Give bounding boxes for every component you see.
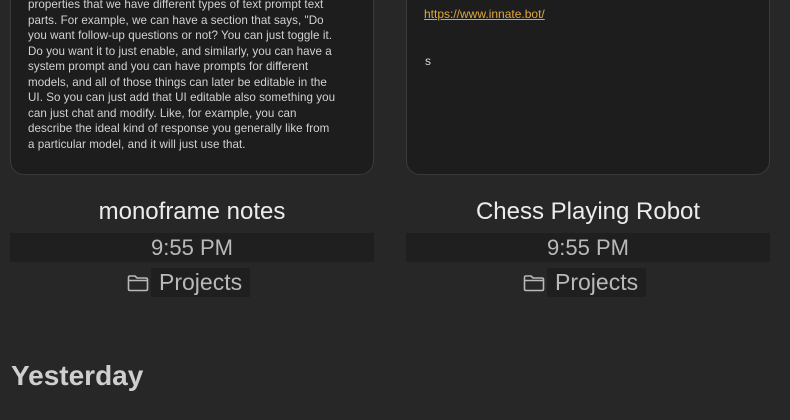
folder-icon <box>523 274 545 292</box>
section-heading-yesterday: Yesterday <box>11 360 144 391</box>
preview-line: you want follow-up questions or not? You… <box>28 29 332 42</box>
note-title[interactable]: Chess Playing Robot <box>406 198 770 226</box>
note-time: 9:55 PM <box>10 233 374 262</box>
note-title[interactable]: monoframe notes <box>10 198 374 226</box>
preview-line: can just chat and modify. Like, for exam… <box>28 106 297 120</box>
preview-line: properties that we have different types … <box>28 0 324 11</box>
preview-line: models, and all of those things can late… <box>28 75 327 89</box>
preview-line: a particular model, and it will just use… <box>28 137 246 151</box>
note-time: 9:55 PM <box>406 233 770 262</box>
preview-line: system prompt and you can have prompts f… <box>28 60 309 73</box>
note-preview-text: properties that we have different types … <box>28 0 363 152</box>
note-preview-link[interactable]: https://www.innate.bot/ <box>424 7 545 21</box>
note-folder[interactable]: Projects <box>523 268 647 297</box>
note-card-monoframe[interactable]: properties that we have different types … <box>10 0 374 175</box>
preview-line: Do you want it to just enable, and simil… <box>28 44 332 58</box>
notes-gallery: properties that we have different types … <box>0 0 790 420</box>
preview-line: describe the ideal kind of response you … <box>28 122 330 135</box>
folder-icon <box>127 274 149 292</box>
note-folder[interactable]: Projects <box>127 268 251 297</box>
preview-line: UI. So you can just add that UI editable… <box>28 91 336 104</box>
preview-line: parts. For example, we can have a sectio… <box>28 13 324 27</box>
folder-label: Projects <box>547 268 647 297</box>
note-preview-text: s <box>425 54 431 68</box>
note-card-chess-robot[interactable]: https://www.innate.bot/ s <box>406 0 770 175</box>
folder-label: Projects <box>151 268 251 297</box>
